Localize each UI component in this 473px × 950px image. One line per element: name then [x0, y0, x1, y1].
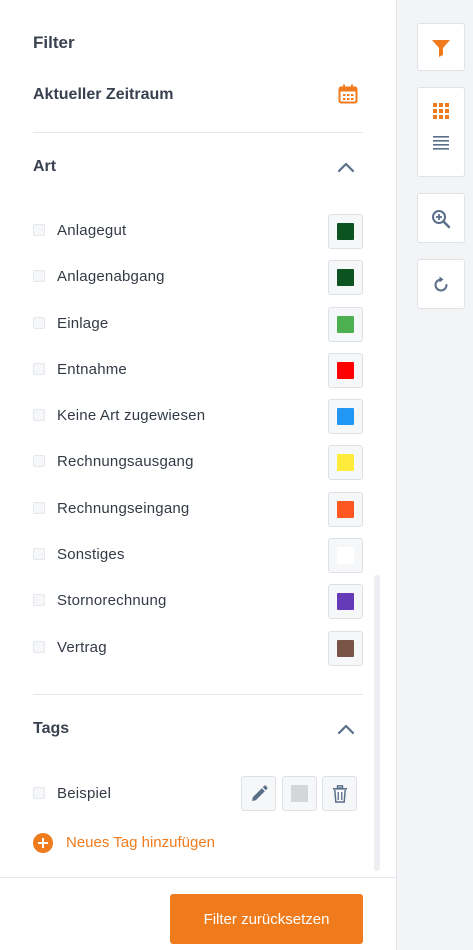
color-swatch — [291, 785, 308, 802]
color-swatch — [337, 223, 354, 240]
period-label: Aktueller Zeitraum — [33, 86, 174, 103]
refresh-button[interactable] — [417, 259, 465, 309]
item-label: Anlagenabgang — [57, 268, 165, 286]
tool-rail — [397, 0, 473, 950]
tag-item[interactable]: Beispiel — [33, 775, 363, 811]
list-item[interactable]: Anlagenabgang — [33, 254, 363, 300]
section-header-tags[interactable]: Tags — [33, 718, 363, 742]
item-label: Anlagegut — [57, 222, 127, 239]
scrollbar[interactable] — [374, 575, 380, 871]
color-swatch — [337, 408, 354, 426]
grid-view-icon — [433, 103, 449, 119]
list-item[interactable]: Rechnungseingang — [33, 486, 363, 532]
color-picker-button[interactable] — [328, 306, 363, 342]
checkbox[interactable] — [33, 501, 45, 514]
checkbox[interactable] — [33, 787, 45, 799]
list-item[interactable]: Rechnungsausgang — [33, 439, 363, 485]
chevron-up-icon[interactable] — [337, 160, 355, 174]
reset-filter-button[interactable]: Filter zurücksetzen — [170, 894, 363, 944]
panel-title: Filter — [33, 33, 75, 52]
color-picker-button[interactable] — [328, 352, 363, 388]
list-item[interactable]: Vertrag — [33, 625, 363, 671]
divider — [33, 694, 363, 695]
checkbox[interactable] — [33, 594, 45, 607]
edit-tag-button[interactable] — [241, 776, 276, 811]
color-swatch — [337, 547, 354, 565]
period-row[interactable]: Aktueller Zeitraum — [33, 84, 363, 108]
filter-button[interactable] — [417, 23, 465, 71]
list-item[interactable]: Keine Art zugewiesen — [33, 393, 363, 439]
list-view-icon — [433, 136, 449, 150]
list-item[interactable]: Stornorechnung — [33, 578, 363, 624]
item-label: Sonstiges — [57, 546, 125, 564]
item-label: Rechnungseingang — [57, 499, 190, 517]
color-picker-button[interactable] — [328, 630, 363, 666]
color-picker-button[interactable] — [328, 260, 363, 296]
checkbox[interactable] — [33, 270, 45, 283]
color-picker-button[interactable] — [328, 399, 363, 435]
checkbox[interactable] — [33, 409, 45, 422]
item-label: Vertrag — [57, 638, 107, 656]
view-toggle-group — [417, 87, 465, 177]
color-swatch — [337, 361, 354, 379]
delete-tag-button[interactable] — [322, 776, 357, 811]
list-item[interactable]: Anlagegut — [33, 208, 363, 254]
color-swatch — [337, 269, 354, 287]
list-item[interactable]: Entnahme — [33, 347, 363, 393]
color-swatch — [337, 593, 354, 611]
checkbox[interactable] — [33, 316, 45, 329]
color-picker-button[interactable] — [328, 491, 363, 527]
trash-icon — [333, 785, 347, 803]
grid-view-button[interactable] — [418, 88, 464, 120]
color-picker-button[interactable] — [328, 214, 363, 249]
calendar-icon[interactable] — [338, 84, 358, 104]
list-view-button[interactable] — [418, 120, 464, 152]
color-picker-button[interactable] — [328, 584, 363, 620]
zoom-in-button[interactable] — [417, 193, 465, 243]
checkbox[interactable] — [33, 224, 45, 236]
color-swatch — [337, 639, 354, 657]
filter-panel: Filter Aktueller Zeitraum Art Anlagegut … — [0, 0, 397, 950]
tag-color-button[interactable] — [282, 776, 317, 811]
list-item[interactable]: Einlage — [33, 301, 363, 347]
zoom-in-icon — [432, 210, 451, 229]
footer: Filter zurücksetzen — [0, 877, 396, 950]
checkbox[interactable] — [33, 640, 45, 653]
plus-circle-icon[interactable] — [33, 833, 53, 853]
color-picker-button[interactable] — [328, 538, 363, 574]
item-label: Entnahme — [57, 360, 127, 378]
color-swatch — [337, 500, 354, 518]
refresh-icon — [434, 276, 448, 292]
checkbox[interactable] — [33, 548, 45, 561]
item-label: Einlage — [57, 314, 109, 332]
pencil-icon — [252, 785, 268, 801]
item-label: Stornorechnung — [57, 592, 167, 610]
section-title-tags: Tags — [33, 720, 70, 737]
divider — [33, 132, 363, 133]
section-title-art: Art — [33, 158, 57, 175]
checkbox[interactable] — [33, 362, 45, 375]
art-list: Anlagegut Anlagenabgang Einlage Entnahme… — [33, 208, 363, 671]
chevron-up-icon[interactable] — [337, 722, 355, 736]
add-tag-label[interactable]: Neues Tag hinzufügen — [66, 834, 215, 851]
color-swatch — [337, 315, 354, 333]
item-label: Keine Art zugewiesen — [57, 407, 206, 425]
color-swatch — [337, 454, 354, 472]
filter-icon — [432, 40, 450, 57]
checkbox[interactable] — [33, 455, 45, 468]
item-label: Beispiel — [57, 785, 112, 802]
color-picker-button[interactable] — [328, 445, 363, 481]
item-label: Rechnungsausgang — [57, 453, 194, 471]
list-item[interactable]: Sonstiges — [33, 532, 363, 578]
section-header-art[interactable]: Art — [33, 156, 363, 180]
